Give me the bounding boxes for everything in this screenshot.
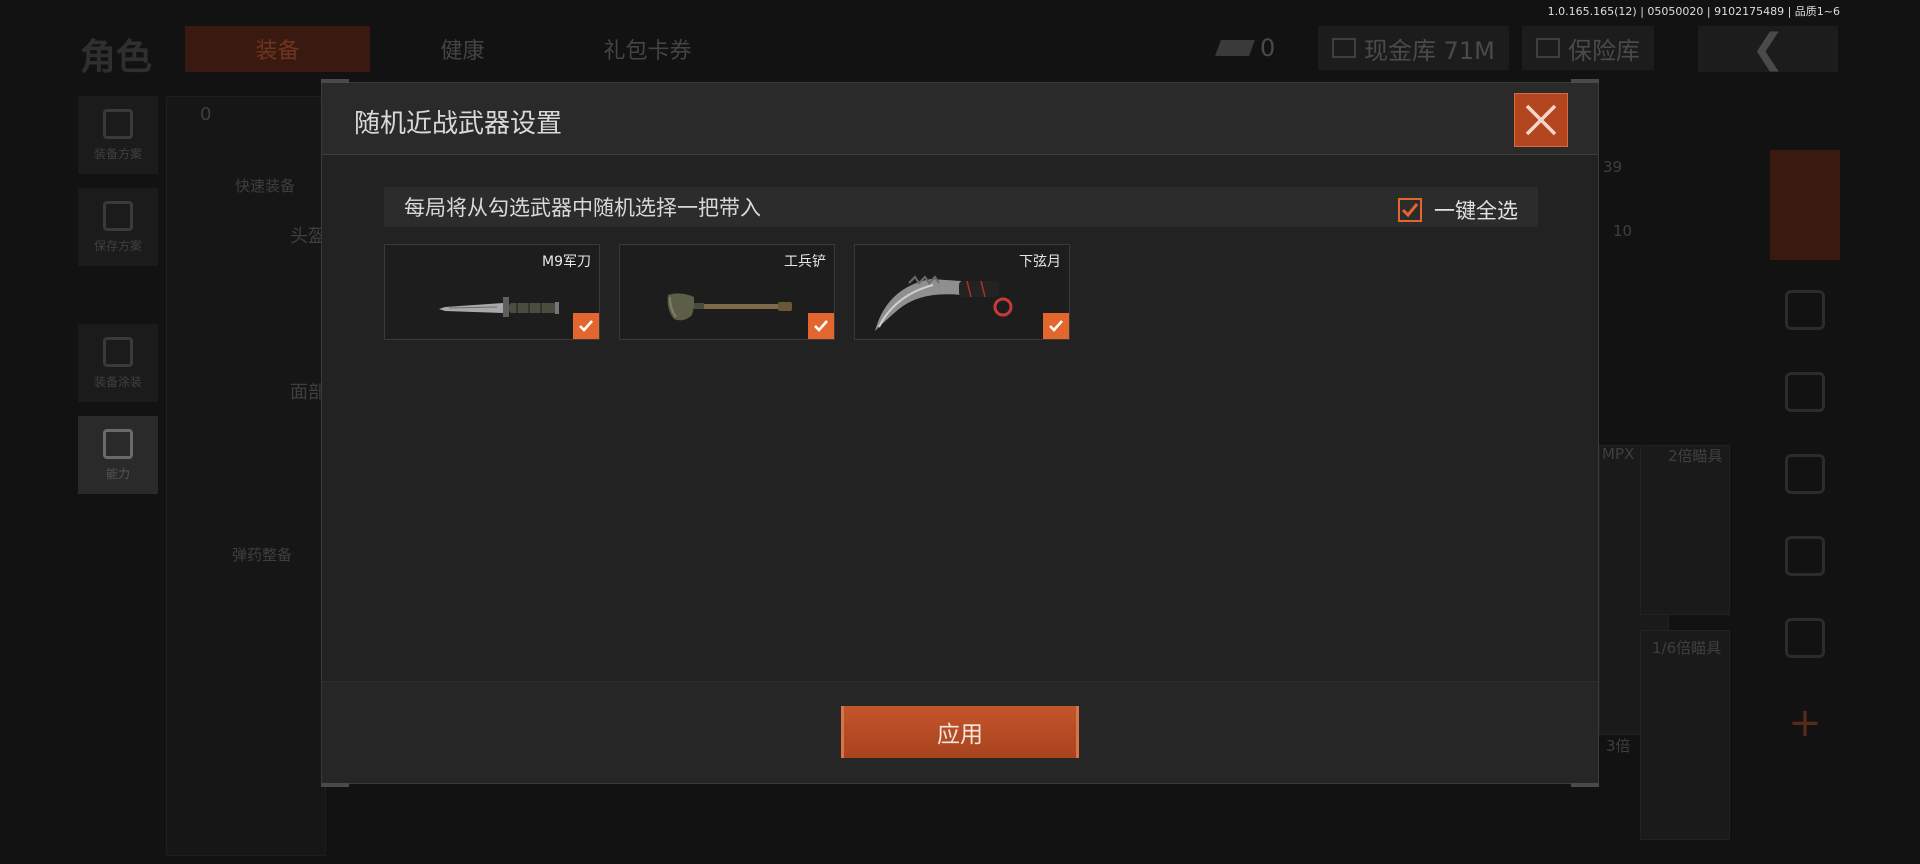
corner-decoration <box>321 783 349 787</box>
magazine-icon[interactable] <box>1785 454 1825 494</box>
plus-icon[interactable]: + <box>1770 700 1840 746</box>
right-label: MPX <box>1602 445 1635 463</box>
armor-count: 0 <box>200 104 212 125</box>
cash-label: 现金库 71M <box>1364 36 1495 65</box>
ticket-count: 0 <box>1260 34 1276 62</box>
safe-icon <box>1536 38 1560 58</box>
safe-label: 保险库 <box>1568 36 1640 65</box>
nav-save-plan[interactable]: 保存方案 <box>78 188 158 266</box>
cash-vault-button[interactable]: 现金库 71M <box>1318 26 1509 70</box>
left-nav: 装备方案 保存方案 装备涂装 能力 <box>78 96 158 508</box>
weapon-checkbox[interactable] <box>808 313 834 339</box>
right-label: 39 <box>1603 158 1623 176</box>
chevron-left-icon: ❮ <box>1751 26 1785 72</box>
weapon-card-m9[interactable]: M9军刀 <box>384 244 600 340</box>
weapon-checkbox[interactable] <box>1043 313 1069 339</box>
karambit-icon <box>875 275 1013 331</box>
nav-label: 装备涂装 <box>93 374 142 389</box>
scope-slot <box>1640 630 1730 840</box>
check-icon <box>579 320 593 332</box>
notice-text: 每局将从勾选武器中随机选择一把带入 <box>404 196 761 220</box>
close-button[interactable] <box>1514 93 1568 147</box>
select-all-label: 一键全选 <box>1434 199 1518 223</box>
nav-abilities[interactable]: 能力 <box>78 416 158 494</box>
role-title: 角色 <box>80 37 153 78</box>
tab-health[interactable]: 健康 <box>370 26 555 72</box>
layers-icon[interactable] <box>1770 150 1840 260</box>
right-label: 3倍 <box>1606 737 1631 755</box>
shovel-icon <box>667 293 792 321</box>
helmet-icon <box>103 336 133 367</box>
grip-icon[interactable] <box>1785 536 1825 576</box>
ticket-icon <box>1215 40 1255 56</box>
quick-equip-label: 快速装备 <box>235 177 296 195</box>
gear-icon[interactable] <box>1785 290 1825 330</box>
right-label: 2倍瞄具 <box>1668 447 1723 465</box>
select-all-toggle[interactable]: 一键全选 <box>1398 195 1518 225</box>
version-text: 1.0.165.165(12) | 05050020 | 9102175489 … <box>1547 5 1840 18</box>
check-icon <box>814 320 828 332</box>
apply-button[interactable]: 应用 <box>841 706 1079 758</box>
weapon-list: M9军刀 工兵铲 下弦月 <box>384 244 1070 340</box>
weapon-checkbox[interactable] <box>573 313 599 339</box>
scope-slot <box>1640 445 1730 615</box>
dialog-footer: 应用 <box>322 681 1598 783</box>
notice-bar: 每局将从勾选武器中随机选择一把带入 一键全选 <box>384 187 1538 227</box>
weapon-card-shovel[interactable]: 工兵铲 <box>619 244 835 340</box>
tab-gift-cards[interactable]: 礼包卡券 <box>555 26 740 72</box>
rifle-icon[interactable] <box>1785 372 1825 412</box>
nav-label: 保存方案 <box>93 238 142 253</box>
top-bar: 角色 装备 健康 礼包卡券 0 现金库 71M 保险库 ❮ <box>0 18 1920 78</box>
ticket-counter[interactable]: 0 <box>1215 26 1276 70</box>
close-icon <box>1525 104 1557 136</box>
weapon-card-karambit[interactable]: 下弦月 <box>854 244 1070 340</box>
nav-label: 装备方案 <box>93 146 142 161</box>
download-icon <box>103 200 133 231</box>
dialog-title: 随机近战武器设置 <box>354 109 563 139</box>
vest-icon <box>103 108 133 139</box>
right-label: 10 <box>1613 222 1633 240</box>
stock-icon[interactable] <box>1785 618 1825 658</box>
game-screen: 1.0.165.165(12) | 05050020 | 9102175489 … <box>0 0 1920 864</box>
right-label: 1/6倍瞄具 <box>1652 639 1722 657</box>
bayonet-knife-icon <box>439 297 559 317</box>
corner-decoration <box>1571 783 1599 787</box>
ammo-label: 弹药整备 <box>232 546 293 564</box>
cash-icon <box>1332 38 1356 58</box>
nav-skins[interactable]: 装备涂装 <box>78 324 158 402</box>
nav-loadout-plans[interactable]: 装备方案 <box>78 96 158 174</box>
select-all-checkbox[interactable] <box>1398 198 1422 222</box>
check-icon <box>1049 320 1063 332</box>
check-icon <box>1401 203 1419 218</box>
tab-equipment[interactable]: 装备 <box>185 26 370 72</box>
random-melee-dialog: 随机近战武器设置 每局将从勾选武器中随机选择一把带入 一键全选 M9军刀 工兵铲… <box>321 79 1599 787</box>
equip-panel <box>166 96 326 856</box>
nav-label: 能力 <box>105 466 130 481</box>
right-toolbar: + <box>1770 96 1840 856</box>
back-button[interactable]: ❮ <box>1698 26 1838 72</box>
lightning-hex-icon <box>103 428 133 459</box>
dialog-header: 随机近战武器设置 <box>322 83 1598 155</box>
safe-vault-button[interactable]: 保险库 <box>1522 26 1654 70</box>
